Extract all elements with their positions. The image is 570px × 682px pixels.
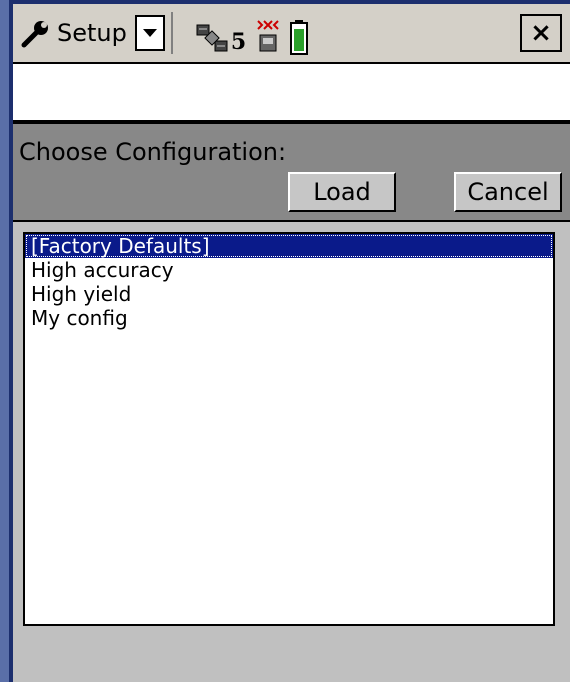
list-item[interactable]: My config (25, 306, 553, 330)
device-frame: Setup 5 × Choose Configuration: Load Can… (9, 0, 570, 682)
list-item[interactable]: High accuracy (25, 258, 553, 282)
chevron-down-icon (142, 29, 157, 37)
close-icon: × (530, 18, 552, 48)
satellite-count: 5 (230, 29, 247, 55)
receiver-icon[interactable] (252, 17, 284, 55)
satellite-icon[interactable] (195, 21, 229, 55)
list-item[interactable]: High yield (25, 282, 553, 306)
battery-icon[interactable] (290, 19, 309, 55)
cancel-button[interactable]: Cancel (454, 172, 562, 212)
list-item[interactable]: [Factory Defaults] (25, 234, 553, 258)
app-dropdown-button[interactable] (134, 15, 165, 51)
status-message-bar (13, 64, 570, 124)
app-label: Setup (57, 19, 127, 47)
status-area: 5 (195, 11, 309, 55)
app-menu[interactable]: Setup (21, 12, 173, 54)
choose-configuration-label: Choose Configuration: (19, 138, 287, 166)
configuration-list[interactable]: [Factory Defaults] High accuracy High yi… (23, 232, 555, 626)
load-button[interactable]: Load (288, 172, 396, 212)
title-bar: Setup 5 × (13, 4, 570, 64)
wrench-icon (21, 21, 48, 48)
close-button[interactable]: × (520, 14, 562, 52)
configuration-panel: Choose Configuration: Load Cancel (13, 124, 570, 222)
